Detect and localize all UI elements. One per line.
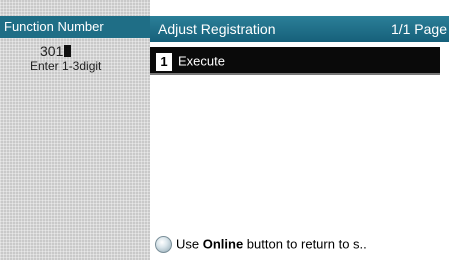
screen-title-bar: Adjust Registration 1/1 Page	[150, 16, 449, 42]
menu-item-label: Execute	[178, 53, 225, 69]
status-message-online: Online	[202, 236, 244, 252]
menu-item-number: 1	[156, 52, 172, 71]
status-message: Use Online button to return to s..	[150, 233, 449, 255]
status-message-post: button to return to s..	[243, 236, 367, 252]
screen-title: Adjust Registration	[158, 21, 276, 37]
status-message-pre: Use	[176, 236, 203, 252]
online-button-icon	[155, 236, 172, 254]
function-number-field[interactable]: 301	[40, 43, 72, 59]
function-number-header: Function Number	[0, 16, 150, 38]
adjust-registration-panel: Adjust Registration 1/1 Page 1 Execute Us…	[150, 0, 449, 260]
page-indicator: 1/1 Page	[390, 21, 447, 37]
function-number-panel: Function Number 301 Enter 1-3digit	[0, 0, 150, 260]
menu-item-execute[interactable]: 1 Execute	[150, 47, 440, 75]
function-number-value: 301	[40, 43, 64, 59]
status-message-text: Use Online button to return to s..	[176, 237, 367, 252]
function-number-hint: Enter 1-3digit	[30, 59, 102, 73]
text-cursor	[64, 45, 72, 57]
